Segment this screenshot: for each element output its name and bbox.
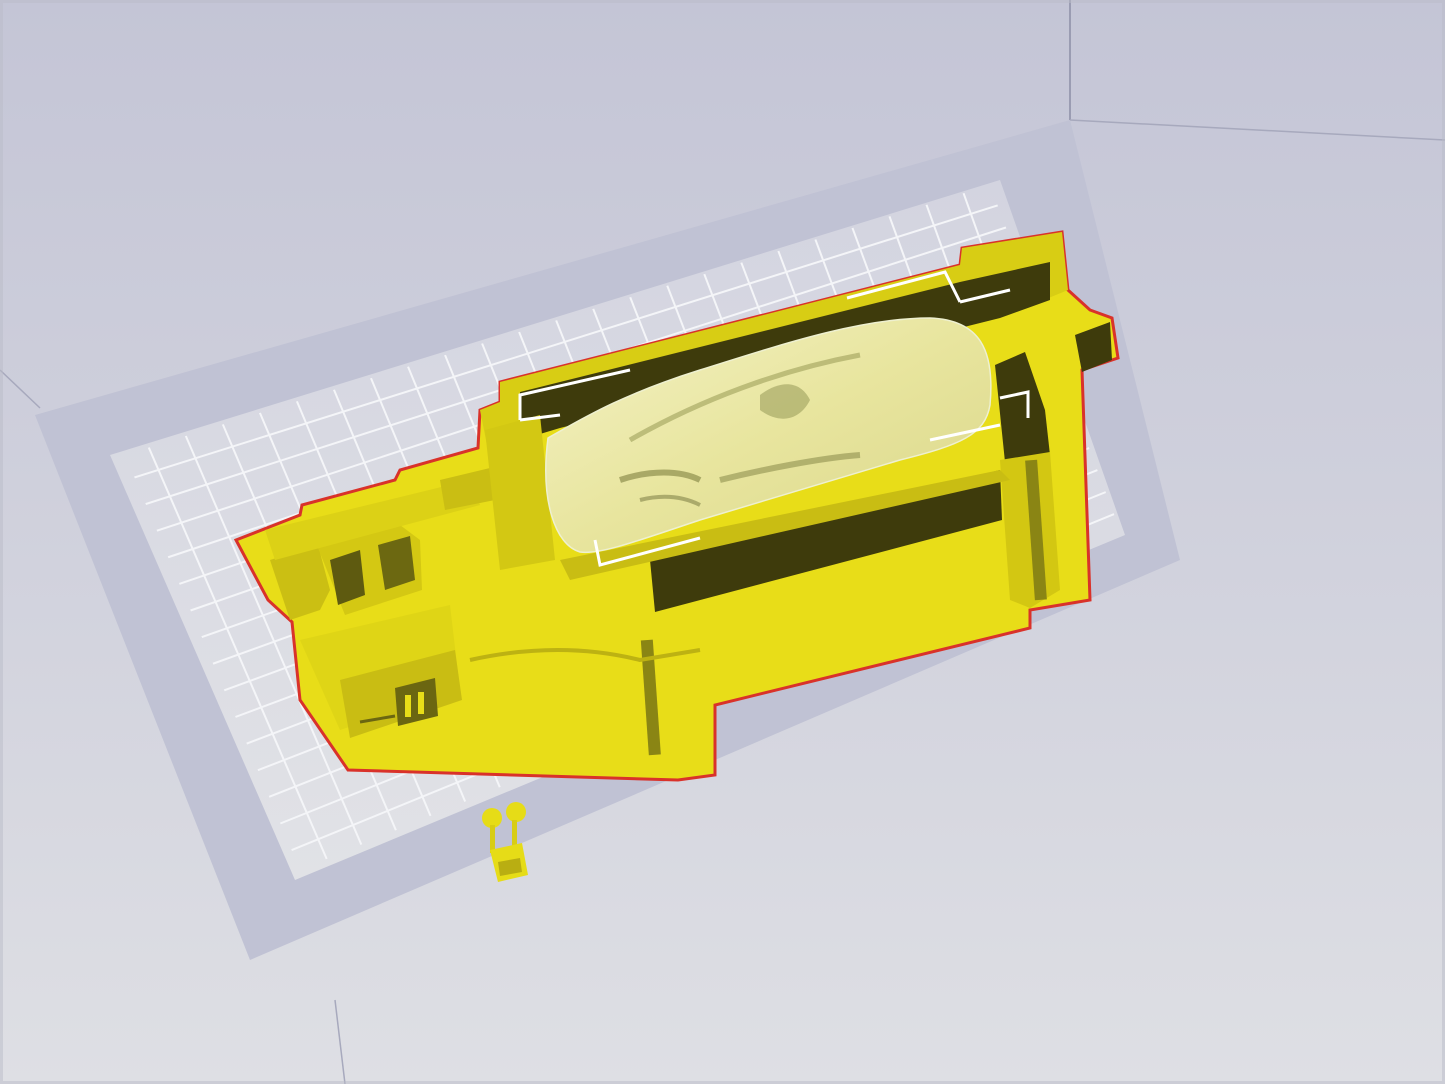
3d-viewport[interactable]: [0, 0, 1445, 1084]
scene-canvas[interactable]: [0, 0, 1445, 1084]
